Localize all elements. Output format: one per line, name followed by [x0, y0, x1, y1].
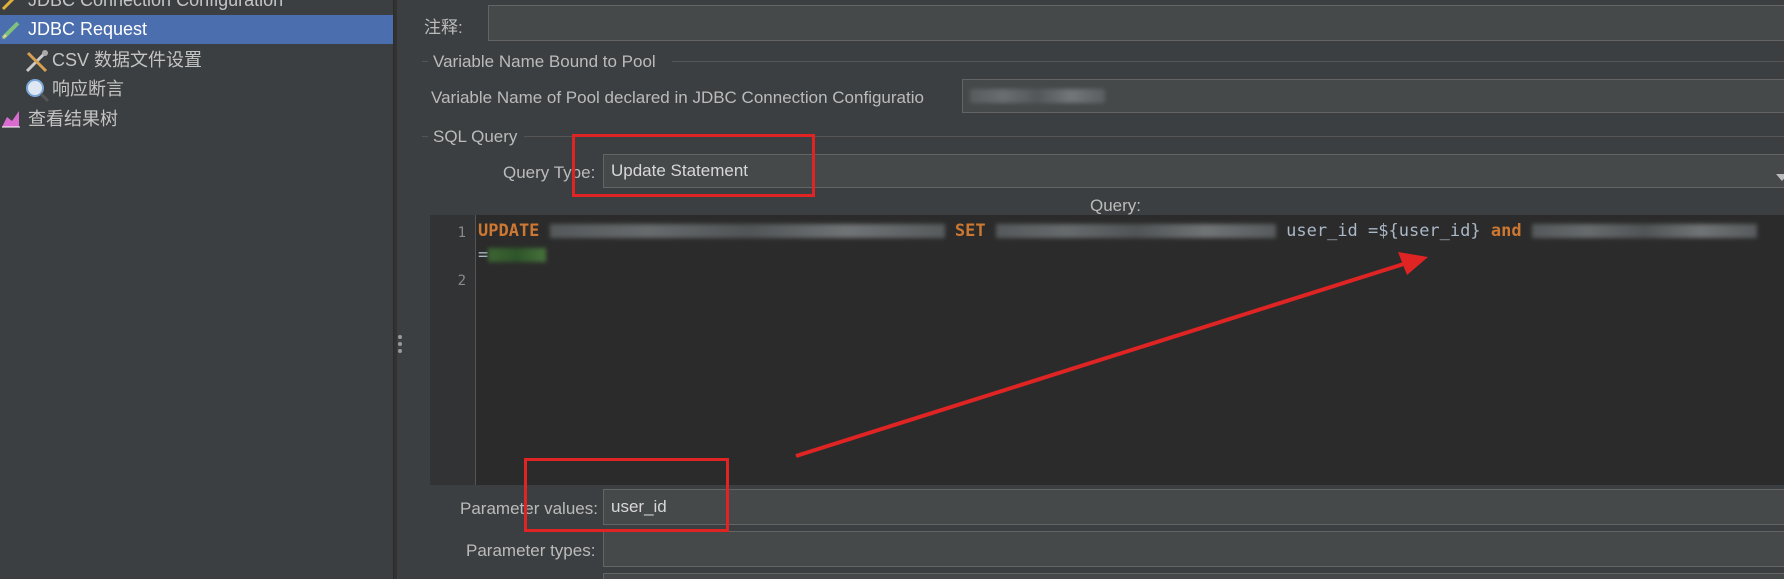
- sql-keyword: and: [1490, 221, 1522, 241]
- param-types-input[interactable]: [603, 531, 1784, 567]
- redacted-text: [970, 89, 1105, 103]
- tree-item-label: JDBC Request: [28, 19, 148, 39]
- pencil-icon: [0, 19, 22, 41]
- tree-item-view-results-tree[interactable]: 查看结果树: [0, 103, 118, 132]
- redacted-text: [488, 248, 547, 262]
- next-field-partial[interactable]: [603, 573, 1784, 579]
- tools-icon: [24, 48, 48, 72]
- param-values-label: Parameter values:: [460, 499, 598, 518]
- param-types-label: Parameter types:: [466, 541, 596, 560]
- chart-icon: [0, 107, 22, 129]
- line-number-gutter: 1 2: [430, 215, 476, 485]
- split-pane-divider[interactable]: [393, 0, 397, 579]
- query-type-label: Query Type:: [503, 163, 596, 182]
- divider-grip[interactable]: [398, 342, 402, 346]
- tree-item-response-assertion[interactable]: 响应断言: [24, 73, 124, 102]
- redacted-text: [1531, 224, 1757, 238]
- group-border: [524, 136, 1784, 137]
- tree-item-jdbc-request[interactable]: JDBC Request: [0, 15, 393, 44]
- group-border: [422, 61, 428, 62]
- chevron-down-icon: [1776, 167, 1784, 187]
- comment-input[interactable]: [488, 5, 1784, 41]
- line-number: 1: [457, 225, 466, 241]
- redacted-text: [995, 224, 1276, 238]
- tree-item-csv-data-set[interactable]: CSV 数据文件设置: [24, 44, 202, 73]
- sql-keyword: SET: [954, 221, 986, 241]
- sql-group-title: SQL Query: [433, 127, 518, 146]
- sql-text: user_id =${user_id}: [1286, 221, 1481, 241]
- sql-query-editor[interactable]: 1 2 UPDATE SET user_id =${user_id} and =: [430, 215, 1784, 485]
- query-label: Query:: [1090, 196, 1142, 215]
- group-border: [422, 136, 428, 137]
- pool-name-label: Variable Name of Pool declared in JDBC C…: [431, 88, 924, 107]
- tree-item-label: JDBC Connection Configuration: [28, 0, 284, 10]
- redacted-text: [549, 224, 945, 238]
- tree-item-label: 查看结果树: [28, 108, 118, 129]
- test-plan-tree: JDBC Connection Configuration JDBC Reque…: [0, 0, 393, 579]
- sql-code-line-1: UPDATE SET user_id =${user_id} and: [478, 221, 1757, 241]
- wrench-icon: [0, 0, 22, 12]
- tree-item-label: CSV 数据文件设置: [52, 49, 203, 70]
- divider-grip[interactable]: [398, 349, 402, 353]
- pool-name-input[interactable]: [962, 79, 1784, 113]
- query-type-select[interactable]: Update Statement: [603, 154, 1784, 188]
- sql-code-line-1-wrap: =: [478, 245, 547, 265]
- pool-group-title: Variable Name Bound to Pool: [433, 52, 656, 71]
- divider-grip[interactable]: [398, 335, 402, 339]
- sql-keyword: UPDATE: [478, 221, 540, 241]
- group-border: [672, 61, 1784, 62]
- line-number: 2: [457, 273, 466, 289]
- comment-label: 注释:: [424, 18, 463, 37]
- magnifier-icon: [24, 77, 50, 102]
- param-values-input[interactable]: user_id: [603, 489, 1784, 525]
- tree-item-label: 响应断言: [52, 78, 124, 99]
- tree-item-jdbc-connection-config[interactable]: JDBC Connection Configuration: [0, 0, 393, 15]
